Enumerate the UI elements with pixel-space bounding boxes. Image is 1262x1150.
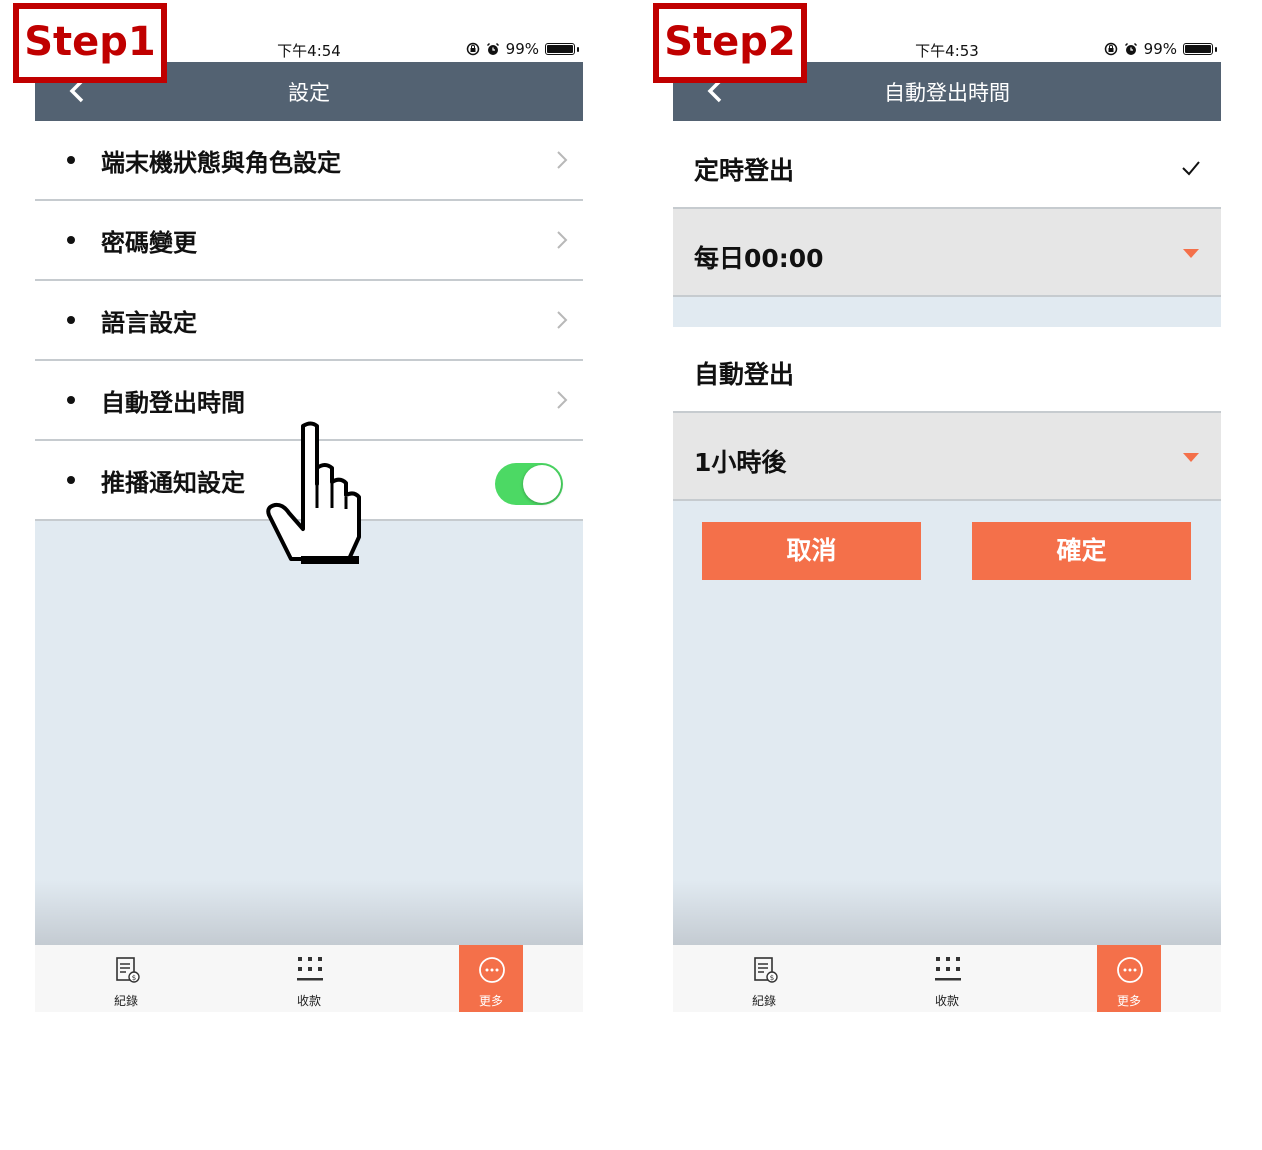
toggle-knob (523, 465, 561, 503)
settings-item-language[interactable]: 語言設定 (35, 281, 583, 361)
bullet (67, 396, 75, 404)
chevron-right-icon (557, 151, 568, 169)
tab-payment[interactable]: 收款 (915, 945, 979, 1012)
rotation-lock-icon (1104, 42, 1117, 56)
auto-logout-option[interactable]: 自動登出 (673, 327, 1221, 413)
bullet (67, 316, 75, 324)
tab-bar: $ 紀錄 收款 更多 (35, 945, 583, 1012)
settings-item-device-status[interactable]: 端末機狀態與角色設定 (35, 121, 583, 201)
keypad-icon (935, 957, 961, 981)
scheduled-logout-select[interactable]: 每日00:00 (673, 207, 1221, 297)
confirm-button[interactable]: 確定 (972, 522, 1191, 580)
scheduled-logout-value: 每日00:00 (694, 244, 824, 273)
battery-icon (545, 43, 579, 55)
settings-item-label: 語言設定 (101, 309, 197, 337)
dropdown-arrow-icon (1183, 453, 1199, 462)
status-indicators: 99% (1104, 40, 1217, 58)
tab-label: 收款 (934, 994, 959, 1008)
auto-logout-select[interactable]: 1小時後 (673, 411, 1221, 501)
alarm-icon (486, 42, 499, 55)
scheduled-logout-label: 定時登出 (694, 156, 795, 185)
cancel-button[interactable]: 取消 (702, 522, 921, 580)
tab-bar: $ 紀錄 收款 更多 (673, 945, 1221, 1012)
tab-records[interactable]: $ 紀錄 (732, 945, 796, 1012)
chevron-right-icon (557, 311, 568, 329)
tabbar-shadow (673, 880, 1221, 945)
push-notification-toggle[interactable] (495, 463, 563, 505)
svg-text:$: $ (770, 974, 774, 982)
keypad-icon (297, 957, 323, 981)
scheduled-logout-option[interactable]: 定時登出 (673, 121, 1221, 209)
bullet (67, 476, 75, 484)
more-icon (1117, 957, 1143, 983)
chevron-right-icon (557, 391, 568, 409)
settings-item-label: 密碼變更 (101, 229, 197, 257)
checkmark-icon (1182, 161, 1200, 176)
receipt-icon: $ (754, 957, 778, 983)
chevron-right-icon (557, 231, 568, 249)
step1-badge: Step1 (13, 3, 167, 83)
auto-logout-screen: 下午4:53 99% 自動登出時間 定時登出 每日00:00 自動登出 1小時後… (673, 0, 1221, 1012)
auto-logout-label: 自動登出 (694, 360, 795, 389)
status-indicators: 99% (466, 40, 579, 58)
tab-label: 紀錄 (113, 994, 138, 1008)
tab-more[interactable]: 更多 (459, 945, 523, 1012)
battery-percent: 99% (505, 40, 539, 58)
auto-logout-value: 1小時後 (694, 448, 787, 477)
battery-icon (1183, 43, 1217, 55)
svg-text:$: $ (132, 974, 136, 982)
settings-item-label: 推播通知設定 (101, 469, 245, 497)
settings-item-label: 自動登出時間 (101, 389, 245, 417)
tab-label: 紀錄 (751, 994, 776, 1008)
dropdown-arrow-icon (1183, 249, 1199, 258)
pointing-hand-cursor-icon (266, 421, 361, 564)
bullet (67, 156, 75, 164)
tab-records[interactable]: $ 紀錄 (94, 945, 158, 1012)
tab-label: 更多 (1116, 994, 1141, 1008)
step2-badge: Step2 (653, 3, 807, 83)
tab-label: 收款 (296, 994, 321, 1008)
bullet (67, 236, 75, 244)
alarm-icon (1124, 42, 1137, 55)
tabbar-shadow (35, 880, 583, 945)
tab-label: 更多 (478, 994, 503, 1008)
battery-percent: 99% (1143, 40, 1177, 58)
settings-item-password[interactable]: 密碼變更 (35, 201, 583, 281)
tab-payment[interactable]: 收款 (277, 945, 341, 1012)
tab-more[interactable]: 更多 (1097, 945, 1161, 1012)
more-icon (479, 957, 505, 983)
rotation-lock-icon (466, 42, 479, 56)
receipt-icon: $ (116, 957, 140, 983)
settings-item-label: 端末機狀態與角色設定 (101, 149, 341, 177)
